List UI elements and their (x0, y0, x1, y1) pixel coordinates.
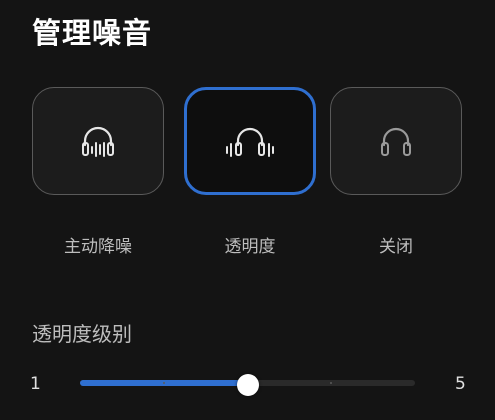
mode-button-off[interactable] (330, 87, 462, 195)
transparency-slider-thumb[interactable] (236, 374, 259, 396)
transparency-level-title: 透明度级别 (32, 322, 132, 346)
anc-headphones-icon (78, 123, 118, 159)
slider-max-label: 5 (455, 374, 466, 394)
mode-label-off: 关闭 (379, 237, 413, 257)
page-title: 管理噪音 (32, 16, 153, 50)
slider-step-tick (162, 382, 165, 384)
mode-label-anc: 主动降噪 (64, 237, 132, 257)
transparency-headphones-icon (224, 123, 276, 159)
slider-step-tick (330, 382, 333, 384)
mode-button-anc[interactable] (32, 87, 164, 195)
slider-min-label: 1 (30, 374, 41, 394)
mode-button-transparency[interactable] (184, 87, 316, 195)
headphones-icon (376, 123, 416, 159)
mode-label-transparency: 透明度 (224, 237, 276, 257)
